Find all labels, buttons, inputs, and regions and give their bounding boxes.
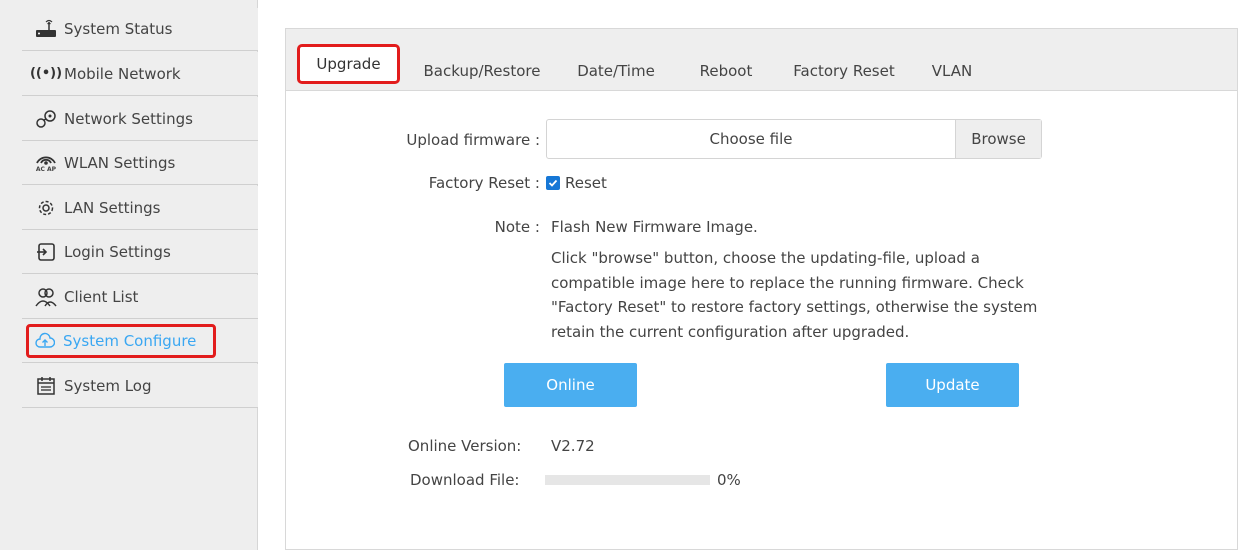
note-title: Flash New Firmware Image. <box>551 218 758 236</box>
sidebar-item-wlan-settings[interactable]: AC AP WLAN Settings <box>22 141 258 185</box>
tab-label: Reboot <box>699 62 753 80</box>
download-file-label: Download File: <box>410 471 520 489</box>
update-button[interactable]: Update <box>886 363 1019 407</box>
tab-date-time[interactable]: Date/Time <box>572 51 660 91</box>
firmware-file-input[interactable]: Choose file Browse <box>546 119 1042 159</box>
reset-checkbox[interactable] <box>546 176 560 190</box>
sidebar-item-mobile-network[interactable]: ((•)) Mobile Network <box>22 52 258 96</box>
upload-firmware-label: Upload firmware : <box>406 131 540 149</box>
wifi-icon: AC AP <box>34 151 58 175</box>
browse-button[interactable]: Browse <box>955 120 1041 158</box>
sidebar-item-system-status[interactable]: System Status <box>22 8 258 51</box>
tab-label: VLAN <box>931 62 973 80</box>
cloud-upload-icon <box>33 329 57 353</box>
tab-factory-reset[interactable]: Factory Reset <box>789 51 899 91</box>
sidebar-item-lan-settings[interactable]: LAN Settings <box>22 186 258 230</box>
tab-backup-restore[interactable]: Backup/Restore <box>421 51 543 91</box>
sidebar-item-label: Client List <box>64 287 139 306</box>
calendar-icon <box>34 374 58 398</box>
download-progress-bar <box>545 475 710 485</box>
tab-label: Date/Time <box>577 62 655 80</box>
router-icon <box>34 17 58 41</box>
login-icon <box>34 240 58 264</box>
sidebar-item-label: Login Settings <box>64 242 171 261</box>
network-icon <box>34 107 58 131</box>
tab-label: Factory Reset <box>793 62 895 80</box>
sidebar-item-client-list[interactable]: Client List <box>22 275 258 319</box>
sidebar-item-label: Mobile Network <box>64 64 181 83</box>
tab-label: Backup/Restore <box>423 62 541 80</box>
gear-icon <box>34 196 58 220</box>
file-placeholder: Choose file <box>709 130 793 148</box>
sidebar-item-label: System Status <box>64 20 173 38</box>
sidebar-item-network-settings[interactable]: Network Settings <box>22 97 258 141</box>
tab-reboot[interactable]: Reboot <box>690 51 762 91</box>
factory-reset-label: Factory Reset : <box>428 174 540 192</box>
checkmark-icon <box>548 179 558 187</box>
online-version-value: V2.72 <box>551 437 595 455</box>
wlan-badge: AC AP <box>35 166 57 173</box>
download-percent: 0% <box>717 471 741 489</box>
note-body: Click "browse" button, choose the updati… <box>551 249 1038 341</box>
online-version-label: Online Version: <box>408 437 522 455</box>
tab-bar: Upgrade Backup/Restore Date/Time Reboot … <box>286 29 1237 91</box>
sidebar-item-label: System Log <box>64 376 152 395</box>
sidebar-item-label: LAN Settings <box>64 198 161 217</box>
sidebar-item-label: Network Settings <box>64 109 193 128</box>
tab-label: Upgrade <box>316 55 381 73</box>
sidebar-item-system-log[interactable]: System Log <box>22 364 258 408</box>
sidebar: System Status ((•)) Mobile Network Netwo… <box>0 0 258 550</box>
sidebar-item-system-configure[interactable]: System Configure <box>26 324 216 358</box>
sidebar-item-label: System Configure <box>63 332 197 350</box>
users-icon <box>34 285 58 309</box>
tab-vlan[interactable]: VLAN <box>926 51 978 91</box>
note-label: Note : <box>494 218 540 236</box>
tab-upgrade[interactable]: Upgrade <box>297 44 400 84</box>
sidebar-item-label: WLAN Settings <box>64 153 176 172</box>
reset-checkbox-label: Reset <box>565 174 607 192</box>
online-button[interactable]: Online <box>504 363 637 407</box>
signal-icon: ((•)) <box>29 66 63 81</box>
sidebar-item-login-settings[interactable]: Login Settings <box>22 230 258 274</box>
